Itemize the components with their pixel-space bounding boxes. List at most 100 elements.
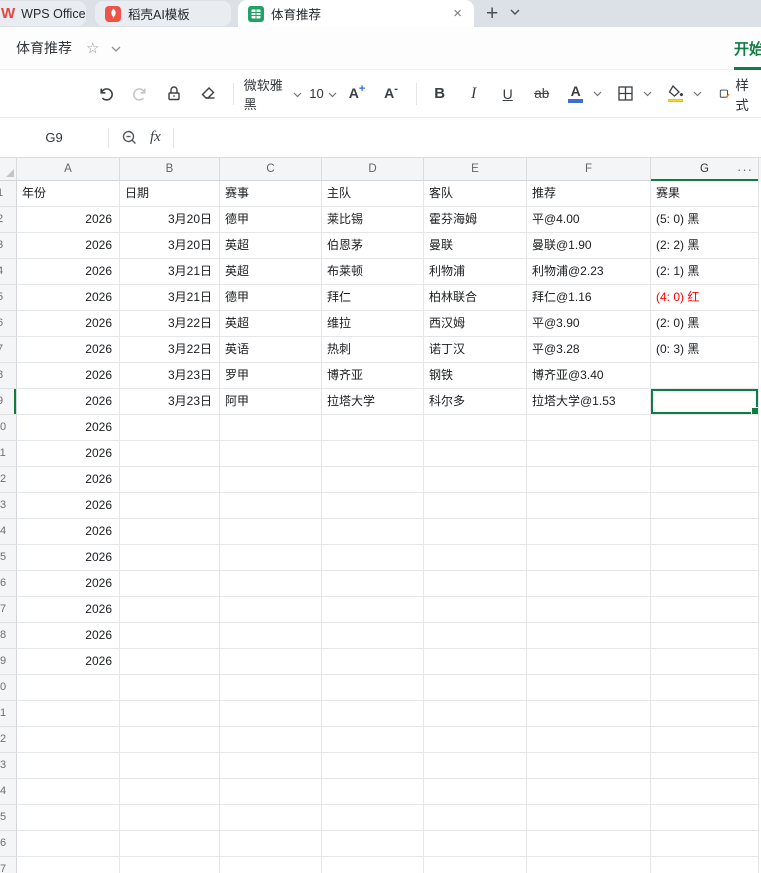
row-header-8[interactable]: 8 [0,363,17,389]
cell-B18[interactable] [120,623,220,649]
cell-B1[interactable]: 日期 [120,181,220,207]
row-header-21[interactable]: 21 [0,701,17,727]
cell-B6[interactable]: 3月22日 [120,311,220,337]
row-header-12[interactable]: 12 [0,467,17,493]
row-header-7[interactable]: 7 [0,337,17,363]
cell-G19[interactable] [651,649,759,675]
row-header-10[interactable]: 10 [0,415,17,441]
cell-A6[interactable]: 2026 [17,311,120,337]
cell-F21[interactable] [527,701,651,727]
cell-D19[interactable] [322,649,424,675]
cell-C20[interactable] [220,675,322,701]
favorite-star-icon[interactable]: ☆ [86,39,99,57]
cell-B8[interactable]: 3月23日 [120,363,220,389]
cell-E11[interactable] [424,441,527,467]
font-color-dropdown[interactable] [591,79,605,109]
cell-E16[interactable] [424,571,527,597]
bold-button[interactable]: B [427,79,453,109]
cell-D2[interactable]: 莱比锡 [322,207,424,233]
cell-E7[interactable]: 诺丁汉 [424,337,527,363]
cell-E19[interactable] [424,649,527,675]
cell-B20[interactable] [120,675,220,701]
cell-E22[interactable] [424,727,527,753]
cell-style-button[interactable]: 样式 [719,78,753,113]
cell-G9[interactable] [651,389,759,415]
cell-A17[interactable]: 2026 [17,597,120,623]
cell-C13[interactable] [220,493,322,519]
cell-G25[interactable] [651,805,759,831]
cell-D27[interactable] [322,857,424,873]
cell-F15[interactable] [527,545,651,571]
cell-C24[interactable] [220,779,322,805]
cell-A14[interactable]: 2026 [17,519,120,545]
cell-F23[interactable] [527,753,651,779]
undo-button[interactable] [93,79,119,109]
cell-C16[interactable] [220,571,322,597]
cell-B12[interactable] [120,467,220,493]
cell-B16[interactable] [120,571,220,597]
cell-G5[interactable]: (4: 0) 红 [651,285,759,311]
cell-E15[interactable] [424,545,527,571]
cell-D20[interactable] [322,675,424,701]
cell-B13[interactable] [120,493,220,519]
cell-F2[interactable]: 平@4.00 [527,207,651,233]
cell-F14[interactable] [527,519,651,545]
cell-C15[interactable] [220,545,322,571]
cell-C5[interactable]: 德甲 [220,285,322,311]
cell-C12[interactable] [220,467,322,493]
row-header-1[interactable]: 1 [0,181,17,207]
cell-F1[interactable]: 推荐 [527,181,651,207]
increase-font-size-button[interactable]: A + [344,79,370,109]
cell-F18[interactable] [527,623,651,649]
cell-C10[interactable] [220,415,322,441]
cell-B24[interactable] [120,779,220,805]
cell-E4[interactable]: 利物浦 [424,259,527,285]
cell-E21[interactable] [424,701,527,727]
cell-D14[interactable] [322,519,424,545]
cell-F12[interactable] [527,467,651,493]
cell-E2[interactable]: 霍芬海姆 [424,207,527,233]
cell-F6[interactable]: 平@3.90 [527,311,651,337]
cell-D21[interactable] [322,701,424,727]
cell-A2[interactable]: 2026 [17,207,120,233]
cell-C9[interactable]: 阿甲 [220,389,322,415]
cell-E8[interactable]: 钢铁 [424,363,527,389]
cell-G21[interactable] [651,701,759,727]
cell-G6[interactable]: (2: 0) 黑 [651,311,759,337]
cell-A15[interactable]: 2026 [17,545,120,571]
cell-C8[interactable]: 罗甲 [220,363,322,389]
cell-E23[interactable] [424,753,527,779]
cell-C18[interactable] [220,623,322,649]
cell-F3[interactable]: 曼联@1.90 [527,233,651,259]
cell-D10[interactable] [322,415,424,441]
italic-button[interactable]: I [461,79,487,109]
cell-B3[interactable]: 3月20日 [120,233,220,259]
column-header-d[interactable]: D [322,158,424,181]
cell-F8[interactable]: 博齐亚@3.40 [527,363,651,389]
cell-B9[interactable]: 3月23日 [120,389,220,415]
cell-A21[interactable] [17,701,120,727]
row-header-24[interactable]: 24 [0,779,17,805]
cell-D13[interactable] [322,493,424,519]
fill-color-button[interactable] [663,79,689,109]
cell-B21[interactable] [120,701,220,727]
cell-C14[interactable] [220,519,322,545]
cell-B10[interactable] [120,415,220,441]
cell-D25[interactable] [322,805,424,831]
row-header-3[interactable]: 3 [0,233,17,259]
cell-F27[interactable] [527,857,651,873]
title-chevron-icon[interactable] [111,39,121,57]
cell-E9[interactable]: 科尔多 [424,389,527,415]
cell-C27[interactable] [220,857,322,873]
cell-B5[interactable]: 3月21日 [120,285,220,311]
row-header-13[interactable]: 13 [0,493,17,519]
cell-A8[interactable]: 2026 [17,363,120,389]
cell-G8[interactable] [651,363,759,389]
cell-E26[interactable] [424,831,527,857]
cell-A26[interactable] [17,831,120,857]
column-header-f[interactable]: F [527,158,651,181]
cell-E12[interactable] [424,467,527,493]
close-tab-icon[interactable]: × [451,6,464,21]
cell-B15[interactable] [120,545,220,571]
cell-D9[interactable]: 拉塔大学 [322,389,424,415]
